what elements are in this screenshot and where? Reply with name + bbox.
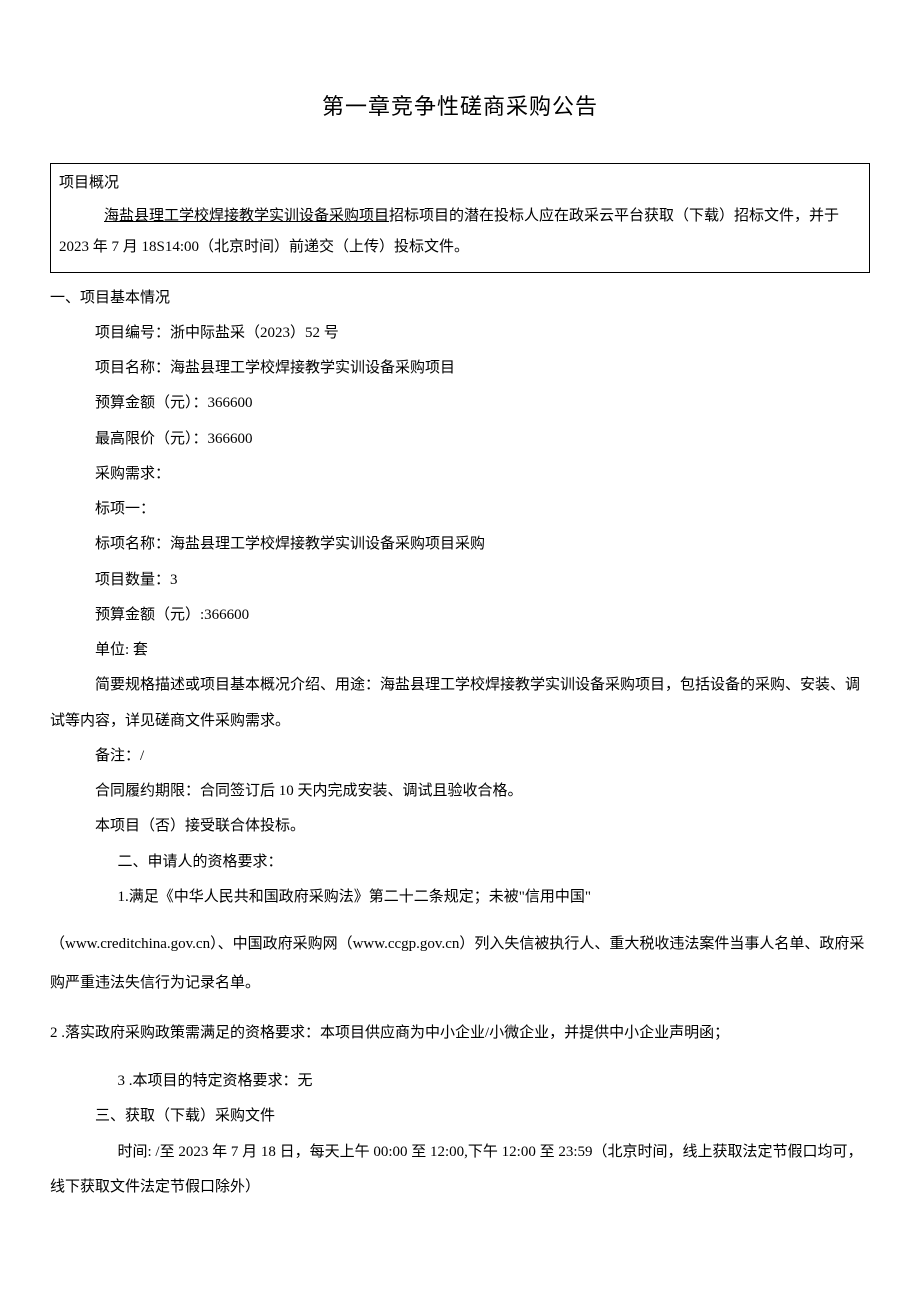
- overview-body: 海盐县理工学校焊接教学实训设备采购项目招标项目的潜在投标人应在政采云平台获取（下…: [59, 201, 859, 264]
- procurement-req-label: 采购需求：: [50, 457, 870, 492]
- lot-description: 简要规格描述或项目基本概况介绍、用途：海盐县理工学校焊接教学实训设备采购项目，包…: [50, 668, 870, 739]
- chapter-title: 第一章竞争性磋商采购公告: [50, 90, 870, 123]
- project-number: 项目编号：浙中际盐采（2023）52 号: [50, 316, 870, 351]
- lot-label: 标项一：: [50, 492, 870, 527]
- qualification-req2: 2 .落实政府采购政策需满足的资格要求：本项目供应商为中小企业/小微企业，并提供…: [50, 1017, 870, 1050]
- budget-amount: 预算金额（元）：366600: [50, 386, 870, 421]
- lot-remark: 备注：/: [50, 739, 870, 774]
- document-page: 第一章竞争性磋商采购公告 项目概况 海盐县理工学校焊接教学实训设备采购项目招标项…: [0, 0, 920, 1301]
- project-name: 项目名称：海盐县理工学校焊接教学实训设备采购项目: [50, 351, 870, 386]
- qualification-req3: 3 .本项目的特定资格要求：无: [50, 1064, 870, 1099]
- section3-time: 时间: /至 2023 年 7 月 18 日，每天上午 00:00 至 12:0…: [50, 1135, 870, 1206]
- consortium-statement: 本项目（否）接受联合体投标。: [50, 809, 870, 844]
- overview-project-name: 海盐县理工学校焊接教学实训设备采购项目: [104, 208, 389, 224]
- lot-unit: 单位: 套: [50, 633, 870, 668]
- section3-heading: 三、获取（下载）采购文件: [50, 1099, 870, 1134]
- contract-period: 合同履约期限：合同签订后 10 天内完成安装、调试且验收合格。: [50, 774, 870, 809]
- lot-quantity: 项目数量：3: [50, 563, 870, 598]
- section2-heading: 二、申请人的资格要求：: [50, 845, 870, 880]
- ceiling-price: 最高限价（元）：366600: [50, 422, 870, 457]
- section1-heading: 一、项目基本情况: [50, 281, 870, 316]
- overview-heading: 项目概况: [59, 172, 859, 195]
- project-overview-box: 项目概况 海盐县理工学校焊接教学实训设备采购项目招标项目的潜在投标人应在政采云平…: [50, 163, 870, 273]
- lot-budget: 预算金额（元）:366600: [50, 598, 870, 633]
- lot-name: 标项名称：海盐县理工学校焊接教学实训设备采购项目采购: [50, 527, 870, 562]
- qualification-req1-rest: （www.creditchina.gov.cn）、中国政府采购网（www.ccg…: [50, 925, 870, 1003]
- qualification-req1-first: 1.满足《中华人民共和国政府采购法》第二十二条规定；未被"信用中国": [50, 880, 870, 915]
